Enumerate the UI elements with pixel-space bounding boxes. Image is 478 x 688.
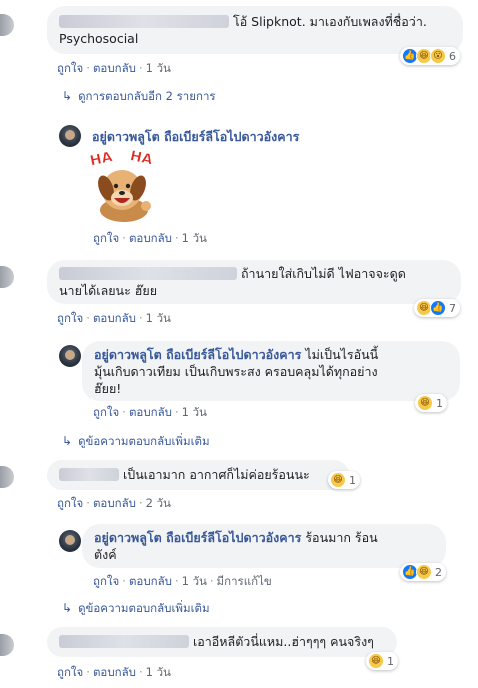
blurred-commenter-name[interactable] — [59, 267, 237, 280]
reply-text: ไม่เป็นไรอันนี้ — [305, 347, 379, 362]
blurred-commenter-name[interactable] — [59, 15, 229, 28]
comment-actions: ถูกใจ · ตอบกลับ · 1 วัน — [57, 665, 171, 679]
reaction-count: 1 — [387, 654, 394, 668]
page-avatar[interactable] — [59, 125, 81, 147]
dog-sticker-image: HA HA — [88, 148, 155, 222]
comment-actions: ถูกใจ · ตอบกลับ · 1 วัน — [93, 231, 207, 245]
reaction-summary[interactable]: 😆 1 — [328, 471, 360, 489]
reaction-count: 7 — [449, 301, 456, 315]
timestamp[interactable]: 1 วัน — [146, 665, 171, 679]
reaction-summary[interactable]: 😆 1 — [415, 394, 447, 412]
haha-reaction-icon: 😆 — [417, 395, 433, 411]
reaction-count: 2 — [435, 565, 442, 579]
reply-link[interactable]: ตอบกลับ — [93, 61, 136, 75]
like-link[interactable]: ถูกใจ — [93, 405, 119, 419]
avatar[interactable] — [0, 634, 14, 656]
comment-actions: ถูกใจ · ตอบกลับ · 1 วัน — [57, 311, 171, 325]
like-link[interactable]: ถูกใจ — [93, 574, 119, 588]
reply-link[interactable]: ตอบกลับ — [93, 496, 136, 510]
like-link[interactable]: ถูกใจ — [57, 496, 83, 510]
comment-bubble: ถ้านายใส่เกิบไม่ดี ไฟอาจจะดูด นายได้เลยน… — [47, 260, 461, 304]
like-reaction-icon: 👍 — [430, 300, 446, 316]
blurred-commenter-name[interactable] — [59, 635, 189, 648]
svg-text:HA: HA — [89, 149, 115, 169]
like-link[interactable]: ถูกใจ — [57, 61, 83, 75]
like-link[interactable]: ถูกใจ — [57, 665, 83, 679]
reaction-summary[interactable]: 😆 1 — [366, 652, 398, 670]
avatar[interactable] — [0, 466, 14, 488]
reaction-summary[interactable]: 👍 😆 😮 6 — [400, 47, 460, 65]
page-avatar[interactable] — [59, 345, 81, 367]
reply-arrow-icon: ↳ — [62, 601, 73, 615]
commenter-name[interactable]: อยู่ดาวพลูโต ถือเบียร์ลีโอไปดาวอังคาร — [92, 127, 299, 147]
reply-bubble: อยู่ดาวพลูโต ถือเบียร์ลีโอไปดาวอังคาร ร้… — [82, 524, 446, 568]
haha-dog-sticker[interactable]: HA HA — [86, 148, 158, 224]
reply-text-line2: ตังค์ — [94, 547, 117, 562]
timestamp[interactable]: 1 วัน — [182, 405, 207, 419]
reply-link[interactable]: ตอบกลับ — [129, 574, 172, 588]
timestamp[interactable]: 2 วัน — [146, 496, 171, 510]
commenter-name[interactable]: อยู่ดาวพลูโต ถือเบียร์ลีโอไปดาวอังคาร — [94, 530, 301, 545]
comment-actions: ถูกใจ · ตอบกลับ · 1 วัน — [93, 405, 207, 419]
view-more-replies-link[interactable]: ↳ ดูข้อความตอบกลับเพิ่มเติม — [62, 433, 210, 451]
reply-text-line3: ฮ๊ยย! — [94, 381, 122, 396]
comment-actions: ถูกใจ · ตอบกลับ · 2 วัน — [57, 496, 171, 510]
reaction-count: 1 — [436, 396, 443, 410]
comment-text: ถ้านายใส่เกิบไม่ดี ไฟอาจจะดูด — [240, 266, 406, 281]
timestamp[interactable]: 1 วัน — [182, 231, 207, 245]
comment-text: เอาอีหลีตัวนี่แหม..ฮ่าๆๆๆ คนจริงๆ — [192, 634, 374, 649]
avatar[interactable] — [0, 14, 14, 36]
like-link[interactable]: ถูกใจ — [57, 311, 83, 325]
reply-link[interactable]: ตอบกลับ — [93, 311, 136, 325]
reply-bubble: อยู่ดาวพลูโต ถือเบียร์ลีโอไปดาวอังคาร ไม… — [82, 341, 460, 401]
reaction-count: 6 — [449, 49, 456, 63]
haha-reaction-icon: 😆 — [416, 564, 432, 580]
reply-link[interactable]: ตอบกลับ — [129, 405, 172, 419]
comment-text: เป็นเอามาก อากาศก็ไม่ค่อยร้อนนะ — [122, 467, 310, 482]
reaction-summary[interactable]: 😆 👍 7 — [414, 299, 460, 317]
reply-text: ร้อนมาก ร้อน — [305, 530, 378, 545]
reply-link[interactable]: ตอบกลับ — [93, 665, 136, 679]
timestamp[interactable]: 1 วัน — [182, 574, 207, 588]
commenter-name[interactable]: อยู่ดาวพลูโต ถือเบียร์ลีโอไปดาวอังคาร — [94, 347, 301, 362]
view-more-replies-link[interactable]: ↳ ดูการตอบกลับอีก 2 รายการ — [62, 88, 216, 106]
svg-text:HA: HA — [129, 148, 155, 168]
page-avatar[interactable] — [59, 530, 81, 552]
reply-arrow-icon: ↳ — [62, 89, 73, 103]
edited-label[interactable]: มีการแก้ไข — [217, 574, 272, 588]
comment-actions: ถูกใจ · ตอบกลับ · 1 วัน — [57, 61, 171, 75]
reply-link[interactable]: ตอบกลับ — [129, 231, 172, 245]
reaction-summary[interactable]: 👍 😆 2 — [400, 563, 446, 581]
wow-reaction-icon: 😮 — [430, 48, 446, 64]
reply-text-line2: มุ้นเกิบดาวเทียม เป็นเกิบพระสง ครอบคลุมไ… — [94, 364, 378, 379]
comment-bubble: เป็นเอามาก อากาศก็ไม่ค่อยร้อนนะ — [47, 460, 349, 490]
comment-actions: ถูกใจ · ตอบกลับ · 1 วัน · มีการแก้ไข — [93, 574, 272, 588]
timestamp[interactable]: 1 วัน — [146, 311, 171, 325]
comment-text-line2: นายได้เลยนะ ฮ๊ยย — [59, 283, 158, 298]
haha-reaction-icon: 😆 — [368, 653, 384, 669]
view-more-replies-link[interactable]: ↳ ดูข้อความตอบกลับเพิ่มเติม — [62, 600, 210, 618]
reaction-count: 1 — [349, 473, 356, 487]
comment-bubble: เอาอีหลีตัวนี่แหม..ฮ่าๆๆๆ คนจริงๆ — [47, 627, 397, 657]
like-link[interactable]: ถูกใจ — [93, 231, 119, 245]
blurred-commenter-name[interactable] — [59, 468, 119, 481]
avatar[interactable] — [0, 266, 14, 288]
haha-reaction-icon: 😆 — [330, 472, 346, 488]
comment-bubble: โอ้ Slipknot. มาเองกับเพลงที่ชื่อว่า. Ps… — [47, 6, 463, 54]
reply-arrow-icon: ↳ — [62, 434, 73, 448]
timestamp[interactable]: 1 วัน — [146, 61, 171, 75]
